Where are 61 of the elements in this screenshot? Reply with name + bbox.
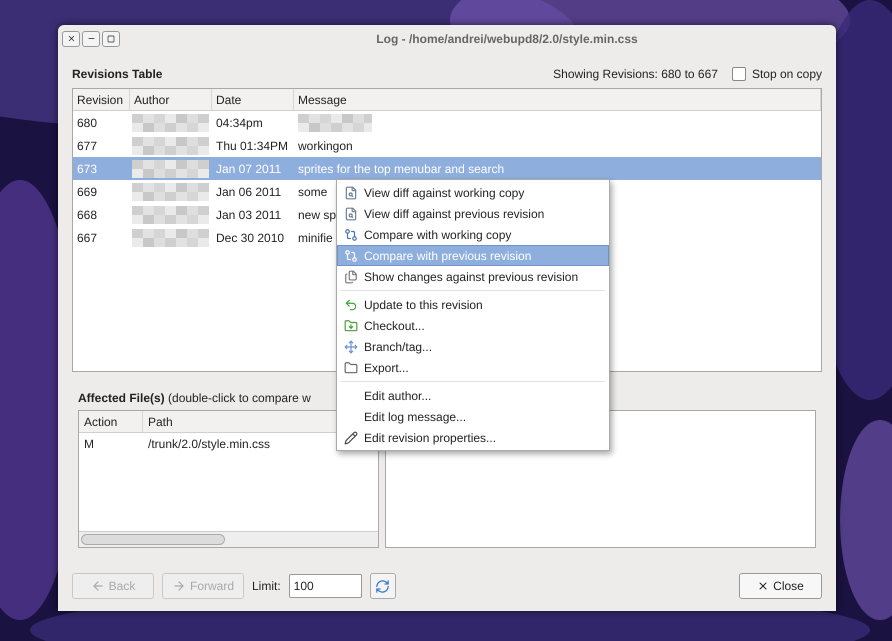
compare-icon (344, 248, 358, 262)
menu-item[interactable]: Edit author... (337, 385, 609, 406)
document-search-icon (344, 206, 358, 220)
menu-item[interactable]: Compare with working copy (337, 224, 609, 245)
refresh-icon (375, 578, 390, 594)
table-cell-text: Thu 01:34PM (215, 138, 290, 154)
folder-arrow-icon (344, 318, 358, 332)
table-cell-text: 673 (76, 160, 98, 178)
table-cell-text: sprites for the top menubar and search (297, 160, 506, 178)
limit-field[interactable]: 100 (288, 574, 362, 598)
table-cell-text: some (297, 184, 328, 200)
undo-arrow-icon (344, 298, 358, 312)
maximize-button[interactable] (102, 30, 120, 46)
column-header[interactable]: Message (294, 89, 821, 110)
table-cell-text: 677 (76, 138, 98, 154)
menu-item[interactable]: View diff against working copy (337, 182, 609, 203)
menu-item[interactable]: View diff against previous revision (337, 203, 609, 224)
table-cell-text: /trunk/2.0/style.min.css (147, 436, 272, 453)
table-cell-text: 667 (76, 230, 98, 246)
table-cell-text: 04:34pm (215, 114, 264, 132)
menu-item[interactable]: Branch/tag... (337, 336, 609, 357)
close-icon (66, 34, 76, 43)
table-cell-text: Dec 30 2010 (215, 230, 286, 246)
limit-label: Limit: (252, 578, 281, 595)
close-window-button[interactable] (62, 30, 80, 46)
table-cell-text: 669 (76, 184, 98, 200)
folder-icon (344, 360, 358, 374)
close-icon (757, 580, 770, 592)
menu-item[interactable]: Update to this revision (337, 294, 609, 315)
showing-label: Showing Revisions: 680 to 667 (553, 66, 718, 83)
column-header[interactable]: Author (130, 89, 212, 110)
menu-item[interactable]: Show changes against previous revision (337, 266, 609, 287)
column-header[interactable]: Date (212, 89, 294, 110)
horizontal-scrollbar[interactable] (79, 531, 378, 547)
menu-item[interactable]: Checkout... (337, 315, 609, 336)
documents-icon (344, 270, 358, 284)
document-search-icon (344, 186, 358, 200)
column-header[interactable]: Action (79, 411, 143, 432)
table-cell-text: Jan 07 2011 (215, 160, 282, 178)
column-header[interactable]: Revision (73, 89, 130, 110)
table-cell-text: Jan 06 2011 (215, 184, 282, 200)
close-button[interactable]: Close (739, 573, 822, 599)
section-title: Revisions Table (72, 66, 164, 83)
affected-files-label: Affected File(s) (double-click to compare w (77, 390, 311, 407)
table-cell-text: 680 (76, 114, 98, 132)
table-cell-text: new sp (297, 206, 338, 224)
table-cell-text: M (83, 436, 95, 453)
minimize-button[interactable] (82, 30, 100, 46)
table-cell-text: Jan 03 2011 (215, 206, 282, 224)
refresh-button[interactable] (370, 573, 396, 599)
table-cell-text: minifie (297, 230, 334, 246)
maximize-icon (107, 34, 115, 42)
move-arrows-icon (344, 340, 358, 354)
window-title: Log - /home/andrei/webupd8/2.0/style.min.css (375, 30, 639, 48)
table-cell-text: 668 (76, 206, 98, 224)
compare-icon (344, 228, 358, 242)
table-cell-text: workingon (297, 138, 354, 154)
pencil-icon (344, 430, 358, 444)
stop-on-copy-label: Stop on copy (752, 66, 822, 83)
stop-on-copy-checkbox[interactable] (732, 67, 746, 81)
menu-item[interactable]: Export... (337, 357, 609, 378)
